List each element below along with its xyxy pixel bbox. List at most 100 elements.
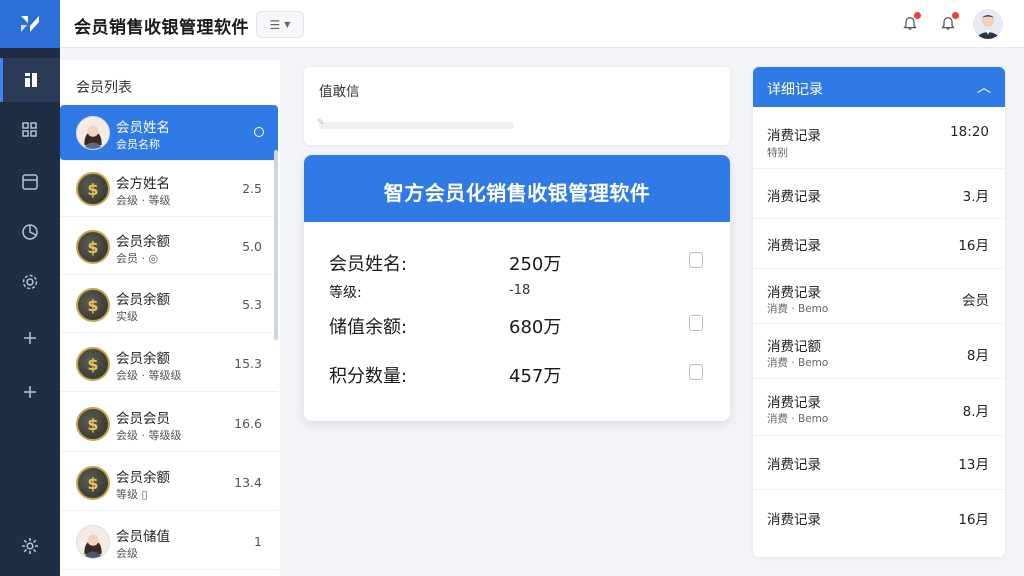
field-label: 储值余额: xyxy=(329,317,408,338)
nav-add-2[interactable] xyxy=(0,370,60,414)
coin-icon: $ xyxy=(76,347,110,381)
nav-add-1[interactable] xyxy=(0,316,60,360)
nav-grid[interactable] xyxy=(0,108,60,152)
field-label: 会员姓名: xyxy=(329,254,408,275)
field-value: 250万 xyxy=(509,254,562,275)
nav-orders[interactable] xyxy=(0,160,60,204)
menu-toggle-button[interactable]: ☰ ▼ xyxy=(256,11,304,38)
record-label: 消费记录 xyxy=(767,238,821,254)
plus-icon xyxy=(24,332,36,344)
member-value: 15.3 xyxy=(234,356,262,371)
record-row[interactable]: 消费记额 消费 · Bemo 8月 xyxy=(753,324,1005,379)
member-list-panel: 会员列表 会员姓名 会员名称 $ 会方姓名 会级 · 等级 2.5 $ 会员余额… xyxy=(60,60,280,576)
member-row[interactable]: $ 会员余额 会员 · ◎ 5.0 xyxy=(60,219,278,275)
nav-system-settings[interactable] xyxy=(0,524,60,568)
search-input[interactable]: ✎ xyxy=(317,118,514,129)
record-row[interactable]: 消费记录 特别 18:20 xyxy=(753,107,1005,169)
chevron-down-icon: ▼ xyxy=(284,20,291,29)
field-checkbox[interactable] xyxy=(689,364,703,380)
pie-chart-icon xyxy=(22,224,38,240)
record-value: 16月 xyxy=(958,512,989,528)
detail-header: 智方会员化销售收银管理软件 xyxy=(304,155,730,222)
record-label: 消费记录 xyxy=(767,457,821,473)
gear-icon xyxy=(22,538,38,554)
detail-title: 智方会员化销售收银管理软件 xyxy=(383,181,651,205)
member-name: 会员余额 xyxy=(116,351,170,367)
coin-icon: $ xyxy=(76,466,110,500)
member-value: 5.0 xyxy=(242,239,262,254)
notification-dot xyxy=(914,12,921,19)
member-subtitle: 会级 · 等级级 xyxy=(116,429,182,442)
member-row[interactable]: 会员姓名 会员名称 xyxy=(60,105,278,161)
field-value: -18 xyxy=(509,283,531,298)
record-label: 消费记录 xyxy=(767,285,821,301)
archive-icon xyxy=(22,174,38,190)
member-name: 会员余额 xyxy=(116,470,170,486)
record-subtitle: 消费 · Bemo xyxy=(767,303,829,315)
record-row[interactable]: 消费记录 16月 xyxy=(753,490,1005,544)
alerts-button[interactable] xyxy=(936,12,960,36)
pencil-icon: ✎ xyxy=(317,118,325,128)
record-subtitle: 特别 xyxy=(767,147,788,159)
nav-dashboard[interactable] xyxy=(0,58,60,102)
search-card: 值敢信 ✎ xyxy=(304,67,730,145)
member-name: 会方姓名 xyxy=(116,176,170,192)
notification-dot xyxy=(952,12,959,19)
member-row[interactable]: 会员储值 会级 1 xyxy=(60,514,278,570)
member-subtitle: 实级 xyxy=(116,310,138,323)
field-label: 等级: xyxy=(329,285,362,301)
member-avatar xyxy=(76,116,110,150)
member-name: 会员余额 xyxy=(116,292,170,308)
notification-button[interactable] xyxy=(898,12,922,36)
coin-icon: $ xyxy=(76,407,110,441)
record-row[interactable]: 消费记录 消费 · Bemo 会员 xyxy=(753,269,1005,324)
plus-icon xyxy=(24,386,36,398)
record-row[interactable]: 消费记录 3.月 xyxy=(753,169,1005,219)
member-value: 5.3 xyxy=(242,297,262,312)
member-row[interactable]: $ 会员余额 会级 · 等级级 15.3 xyxy=(60,336,278,392)
record-value: 8.月 xyxy=(962,404,989,420)
member-value: 2.5 xyxy=(242,181,262,196)
record-value: 18:20 xyxy=(950,124,989,140)
record-label: 消费记录 xyxy=(767,395,821,411)
nav-reports[interactable] xyxy=(0,210,60,254)
member-value: 1 xyxy=(254,534,262,549)
member-list-scrollbar[interactable] xyxy=(274,150,278,340)
menu-icon: ☰ xyxy=(269,17,281,32)
record-label: 消费记录 xyxy=(767,189,821,205)
field-checkbox[interactable] xyxy=(689,252,703,268)
record-subtitle: 消费 · Bemo xyxy=(767,357,829,369)
record-value: 16月 xyxy=(958,238,989,254)
record-row[interactable]: 消费记录 16月 xyxy=(753,219,1005,269)
member-detail-card: 智方会员化销售收银管理软件 会员姓名: 250万 等级: -18 储值余额: 6… xyxy=(304,155,730,421)
member-list-title: 会员列表 xyxy=(76,80,132,96)
member-name: 会员姓名 xyxy=(116,120,170,136)
records-header[interactable]: 详细记录 ︿ xyxy=(753,67,1005,107)
person-avatar-icon xyxy=(77,526,109,558)
record-value: 会员 xyxy=(962,293,989,309)
logo-icon xyxy=(21,16,39,32)
record-row[interactable]: 消费记录 消费 · Bemo 8.月 xyxy=(753,379,1005,436)
record-value: 8月 xyxy=(966,348,989,364)
member-row[interactable]: $ 会员会员 会级 · 等级级 16.6 xyxy=(60,396,278,452)
member-row[interactable]: $ 会方姓名 会级 · 等级 2.5 xyxy=(60,161,278,217)
nav-settings[interactable] xyxy=(0,260,60,304)
field-checkbox[interactable] xyxy=(689,315,703,331)
member-value: 16.6 xyxy=(234,416,262,431)
member-subtitle: 会级 xyxy=(116,547,138,560)
member-row[interactable]: $ 会员余额 等级 ▯ 13.4 xyxy=(60,455,278,511)
grid-icon xyxy=(22,122,37,137)
user-avatar[interactable] xyxy=(973,9,1003,39)
record-value: 13月 xyxy=(958,457,989,473)
member-row[interactable]: $ 会员余额 实级 5.3 xyxy=(60,277,278,333)
member-name: 会员储值 xyxy=(116,529,170,545)
gear-icon xyxy=(22,274,38,290)
chevron-up-icon[interactable]: ︿ xyxy=(977,77,991,97)
record-row[interactable]: 消费记录 13月 xyxy=(753,436,1005,490)
dashboard-icon xyxy=(24,73,37,87)
app-logo[interactable] xyxy=(0,0,60,48)
search-label: 值敢信 xyxy=(319,84,360,100)
person-avatar-icon xyxy=(77,117,109,149)
member-subtitle: 等级 ▯ xyxy=(116,488,148,501)
member-avatar xyxy=(76,525,110,559)
